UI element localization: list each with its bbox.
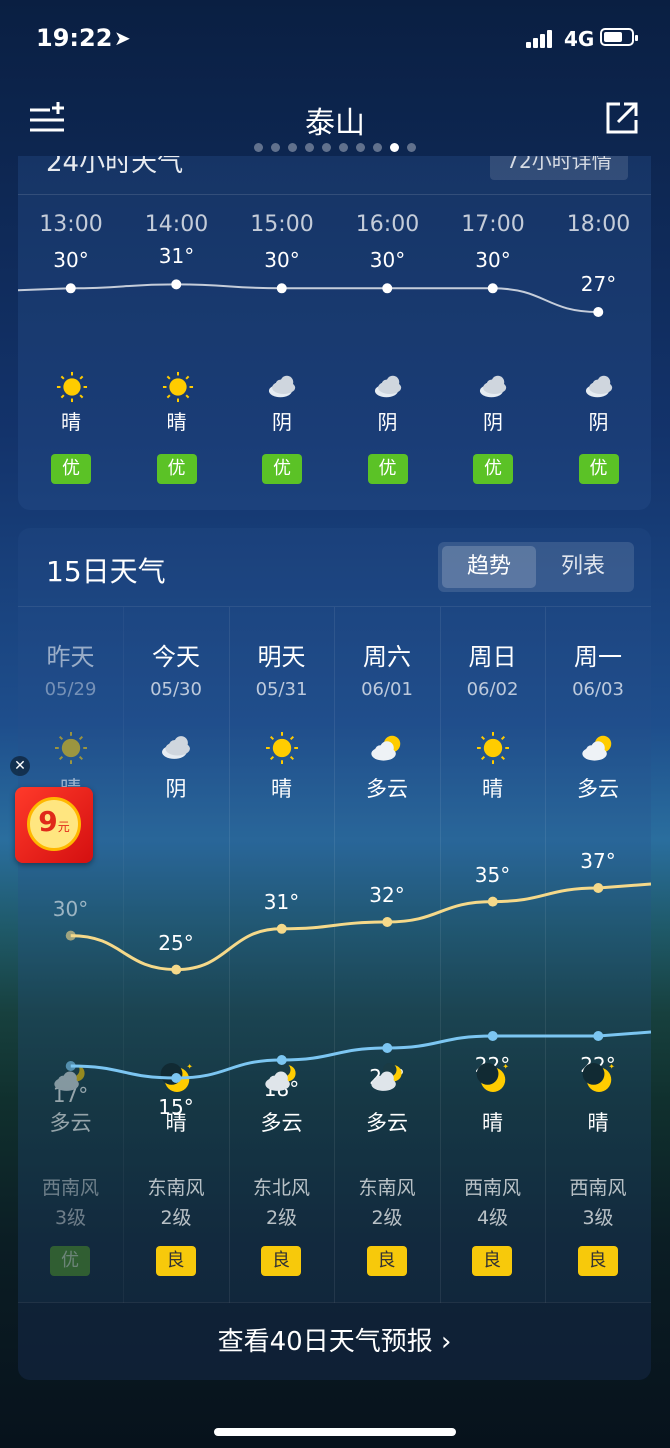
high-temp-point xyxy=(65,930,76,941)
red-packet-ad[interactable]: 9元 xyxy=(15,787,93,863)
hour-temp: 30° xyxy=(369,248,406,273)
hour-column: 16:00 30° 阴 优 xyxy=(335,156,441,510)
hour-condition: 阴 xyxy=(588,410,609,434)
aqi-badge: 优 xyxy=(367,454,408,484)
hour-column: 15:00 30° 阴 优 xyxy=(229,156,335,510)
aqi-badge: 优 xyxy=(473,454,513,484)
hour-time: 14:00 xyxy=(144,212,209,237)
aqi-badge: 优 xyxy=(156,454,197,484)
hour-temp: 30° xyxy=(475,248,511,273)
low-temp-point xyxy=(65,1061,76,1071)
hour-time: 17:00 xyxy=(461,212,525,237)
location-arrow-icon: ➤ xyxy=(114,26,131,50)
ad-unit: 元 xyxy=(57,820,70,834)
hour-condition: 阴 xyxy=(272,410,292,434)
home-indicator[interactable] xyxy=(214,1428,456,1436)
status-bar: 19:22 ➤ 4G xyxy=(0,0,670,80)
hour-condition: 阴 xyxy=(483,410,503,434)
hour-column: 14:00 31° 晴 优 xyxy=(124,156,230,510)
page-dot xyxy=(390,143,399,152)
page-dot xyxy=(339,143,348,152)
hour-column: 17:00 30° 阴 优 xyxy=(440,156,546,510)
cloud-icon xyxy=(267,371,299,403)
high-temp-point xyxy=(487,896,498,907)
page-dot xyxy=(305,143,314,152)
cloud-icon xyxy=(478,371,510,403)
low-temp-point xyxy=(593,1031,604,1041)
hour-condition: 晴 xyxy=(61,410,81,434)
battery-icon xyxy=(600,28,638,46)
ad-amount: 9 xyxy=(38,805,58,838)
hour-temp: 27° xyxy=(580,272,617,296)
page-dot xyxy=(407,143,416,152)
tab-trend[interactable]: 趋势 xyxy=(442,546,536,588)
hour-temp: 30° xyxy=(53,248,89,273)
city-title[interactable]: 泰山 xyxy=(0,98,670,142)
cellular-signal-icon xyxy=(526,28,556,48)
status-time: 19:22 xyxy=(36,24,113,52)
low-temp-point xyxy=(382,1043,393,1053)
low-temp-point xyxy=(276,1055,287,1065)
sun-icon xyxy=(56,371,88,403)
page-dot xyxy=(288,143,297,152)
low-temp-line xyxy=(70,1030,651,1080)
low-temp-point xyxy=(487,1031,498,1041)
high-temp-point xyxy=(593,883,604,893)
hour-temp: 31° xyxy=(158,244,195,269)
coin-icon: 9元 xyxy=(27,797,81,851)
hour-time: 16:00 xyxy=(355,212,420,237)
low-temp-point xyxy=(171,1073,182,1083)
aqi-badge: 优 xyxy=(262,454,302,484)
hour-condition: 晴 xyxy=(166,410,187,434)
page-dot xyxy=(356,143,365,152)
hour-temp: 30° xyxy=(264,248,300,273)
daily-temp-chart xyxy=(65,882,651,1083)
chevron-right-icon: › xyxy=(440,1327,452,1357)
hour-time: 15:00 xyxy=(250,212,314,237)
aqi-badge: 优 xyxy=(578,454,619,484)
hour-column: 18:00 27° 阴 优 xyxy=(546,156,652,510)
page-dot xyxy=(254,143,263,152)
aqi-badge: 优 xyxy=(51,454,91,484)
high-temp-point xyxy=(171,964,182,975)
page-indicator xyxy=(0,143,670,152)
forecast-40-day-link[interactable]: 查看40日天气预报 › xyxy=(18,1302,651,1380)
cloud-icon xyxy=(584,371,616,403)
high-temp-line xyxy=(70,882,651,972)
cloud-icon xyxy=(373,371,405,403)
page-dot xyxy=(373,143,382,152)
tab-list[interactable]: 列表 xyxy=(536,546,630,588)
view-toggle: 趋势 列表 xyxy=(438,542,634,592)
page-dot xyxy=(271,143,280,152)
hourly-forecast-card: 24小时天气 72小时详情 13:00 30° 晴 优 14:00 31° 晴 … xyxy=(18,156,651,510)
ad-close-icon[interactable]: ✕ xyxy=(10,756,30,776)
hour-condition: 阴 xyxy=(377,410,398,434)
daily-forecast-card: 15日天气 趋势 列表 昨天 05/29 晴 30° 17° 多云 西南风3级 … xyxy=(18,528,651,1380)
forecast-40-day-label: 查看40日天气预报 xyxy=(217,1327,433,1357)
network-type: 4G xyxy=(564,27,595,51)
hour-time: 13:00 xyxy=(39,212,103,237)
sun-icon xyxy=(162,371,194,403)
share-icon[interactable] xyxy=(604,100,640,136)
hour-time: 18:00 xyxy=(566,212,631,237)
page-dot xyxy=(322,143,331,152)
high-temp-point xyxy=(276,923,287,934)
hour-column: 13:00 30° 晴 优 xyxy=(18,156,124,510)
daily-title: 15日天气 xyxy=(46,555,166,588)
high-temp-point xyxy=(382,917,393,927)
